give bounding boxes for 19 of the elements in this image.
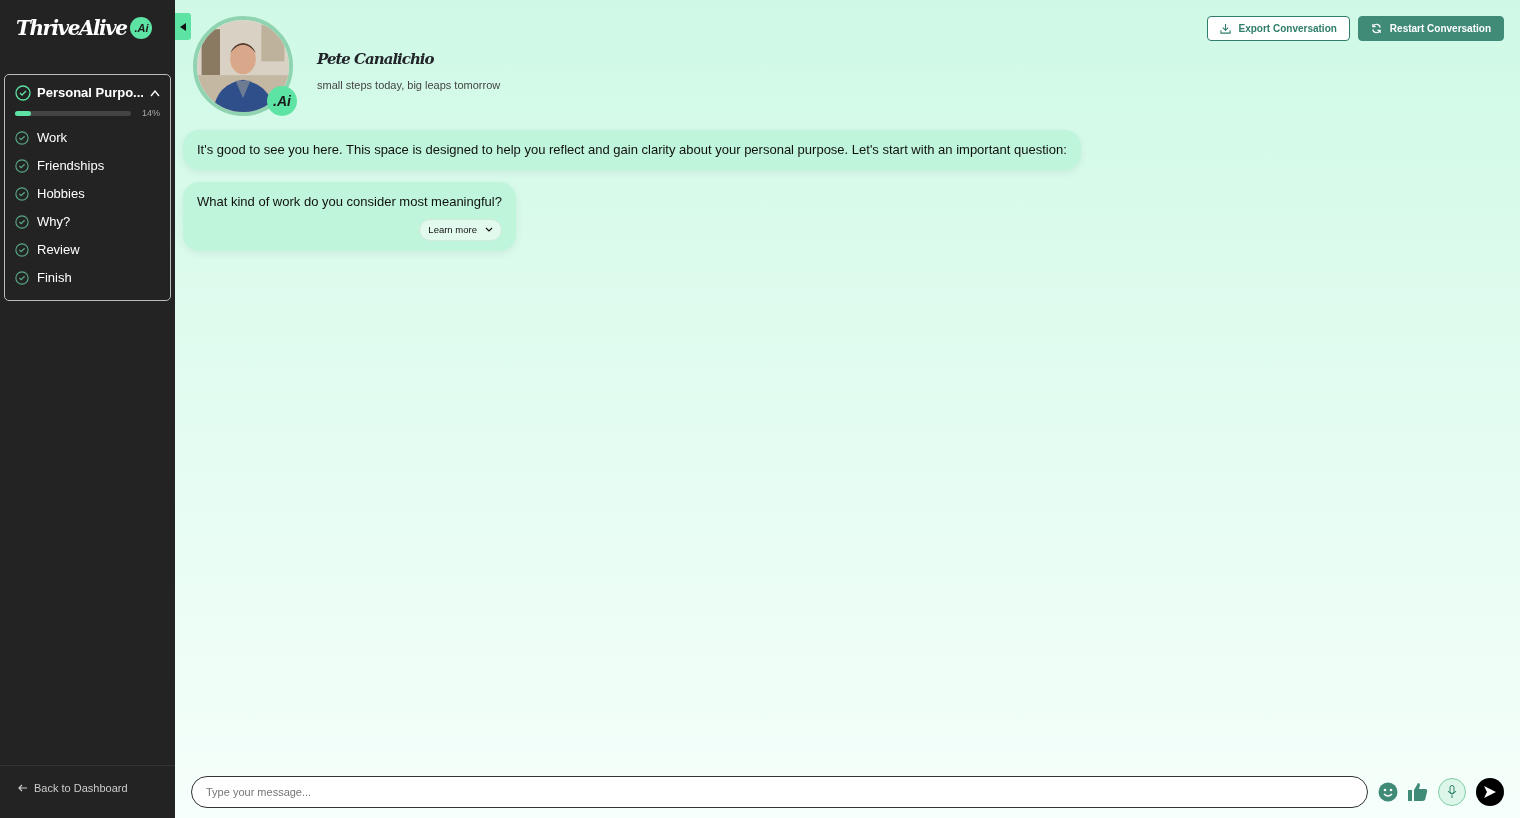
message-bubble: It's good to see you here. This space is designed to help you reflect and gain clarity about your personal purpose. Let's start with an important question: xyxy=(183,130,1081,170)
step-item[interactable]: Hobbies xyxy=(37,184,85,204)
step-item[interactable]: Review xyxy=(37,240,80,260)
ai-badge: .Ai xyxy=(267,86,297,116)
learn-more-button[interactable]: Learn more xyxy=(419,219,502,242)
restart-button[interactable]: Restart Conversation xyxy=(1357,16,1504,41)
message-field[interactable]: Type your message... xyxy=(191,776,1368,808)
progress-reading: 14% xyxy=(142,106,160,120)
ai-badge: .Ai xyxy=(130,17,153,39)
step-item[interactable]: Why? xyxy=(37,212,71,232)
export-button[interactable]: Export Conversation xyxy=(1206,16,1350,41)
step-item[interactable]: Friendships xyxy=(37,156,105,176)
coach-name: Pete Canalichio xyxy=(317,49,435,70)
module-title[interactable]: Personal Purpo... xyxy=(37,83,144,103)
step-item[interactable]: Finish xyxy=(37,268,72,288)
coach-tagline: small steps today, big leaps tomorrow xyxy=(317,77,501,93)
logo-text: ThriveAlive xyxy=(16,15,127,42)
message-text: What kind of work do you consider most meaningful? xyxy=(197,192,502,211)
step-item[interactable]: Work xyxy=(37,128,68,148)
